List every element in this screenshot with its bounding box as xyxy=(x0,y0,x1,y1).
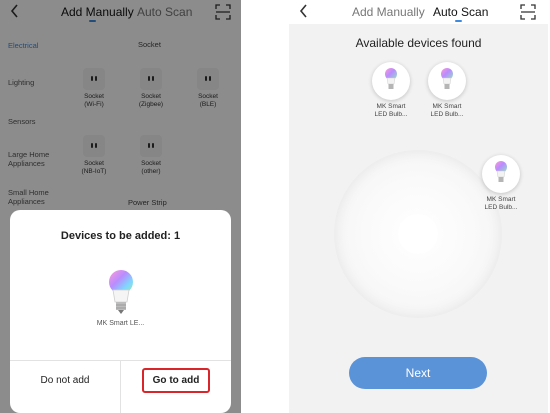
go-to-add-button[interactable]: Go to add xyxy=(142,368,210,393)
found-device-2[interactable]: MK Smart LED Bulb... xyxy=(422,62,472,119)
device-avatar xyxy=(482,155,520,193)
device-label-line1: MK Smart xyxy=(376,103,406,110)
smart-bulb-icon xyxy=(441,68,453,89)
dialog-title: Devices to be added: 1 xyxy=(60,230,181,242)
smart-bulb-icon xyxy=(495,161,507,182)
device-label-line1: MK Smart xyxy=(486,196,516,203)
smart-bulb-icon xyxy=(385,68,397,89)
scan-code-icon[interactable] xyxy=(520,4,536,20)
device-label-line2: LED Bulb... xyxy=(374,111,408,118)
found-device-1[interactable]: MK Smart LED Bulb... xyxy=(366,62,416,119)
smart-bulb-icon xyxy=(109,270,133,314)
dialog-device-name: MK Smart LE... xyxy=(96,320,145,327)
add-devices-dialog: Devices to be added: 1 MK Smart LE... Do… xyxy=(10,210,231,413)
available-devices-heading: Available devices found xyxy=(355,36,482,50)
button-divider xyxy=(120,361,121,413)
device-avatar xyxy=(428,62,466,100)
tab-add-manually[interactable]: Add Manually xyxy=(352,5,425,19)
device-label-line1: MK Smart xyxy=(432,103,462,110)
back-arrow-icon[interactable] xyxy=(297,2,311,20)
top-nav: Add Manually Auto Scan xyxy=(289,0,548,24)
right-screen: Add Manually Auto Scan Available devices… xyxy=(289,0,548,413)
device-avatar xyxy=(372,62,410,100)
tab-auto-scan[interactable]: Auto Scan xyxy=(433,5,488,19)
do-not-add-button[interactable]: Do not add xyxy=(10,369,120,393)
device-label-line2: LED Bulb... xyxy=(430,111,464,118)
radar-center xyxy=(398,214,438,254)
tab-active-indicator xyxy=(455,20,462,22)
next-button[interactable]: Next xyxy=(349,357,487,389)
left-screen: Add Manually Auto Scan Electrical Lighti… xyxy=(0,0,241,413)
device-label-line2: LED Bulb... xyxy=(484,204,518,211)
found-device-3[interactable]: MK Smart LED Bulb... xyxy=(476,155,526,212)
